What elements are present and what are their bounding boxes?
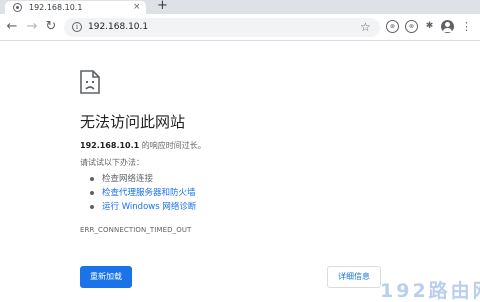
- reload-button[interactable]: 重新加载: [80, 266, 132, 288]
- tab-strip: 192.168.10.1 × +: [0, 0, 480, 14]
- tab-title: 192.168.10.1: [29, 3, 83, 12]
- error-description: 192.168.10.1 的响应时间过长。: [80, 140, 206, 152]
- bookmark-star-icon[interactable]: ☆: [360, 19, 371, 35]
- menu-icon[interactable]: ⋮: [461, 19, 472, 34]
- suggestion-check-network: 检查网络连接: [80, 172, 280, 186]
- info-icon[interactable]: i: [72, 22, 82, 32]
- browser-tab[interactable]: 192.168.10.1 ×: [5, 1, 146, 14]
- close-tab-icon[interactable]: ×: [133, 1, 141, 13]
- puzzle-extensions-icon[interactable]: ✱: [423, 20, 436, 33]
- suggestion-run-diagnostics-link[interactable]: 运行 Windows 网络诊断: [80, 200, 280, 214]
- address-url[interactable]: 192.168.10.1: [88, 21, 148, 33]
- browser-toolbar: ← → ↻ i 192.168.10.1 ☆ ⊗ ⊗ ✱ ⋮: [0, 14, 480, 41]
- extension-2-icon[interactable]: ⊗: [405, 20, 418, 33]
- error-host: 192.168.10.1: [80, 141, 140, 150]
- error-page: 无法访问此网站 192.168.10.1 的响应时间过长。 请试试以下办法： 检…: [0, 42, 480, 302]
- globe-icon: [13, 3, 22, 12]
- forward-button[interactable]: →: [24, 19, 40, 35]
- suggestion-check-proxy-link[interactable]: 检查代理服务器和防火墙: [80, 186, 280, 200]
- sad-document-icon: [80, 70, 100, 94]
- error-code: ERR_CONNECTION_TIMED_OUT: [80, 226, 192, 234]
- new-tab-button[interactable]: +: [157, 0, 168, 13]
- watermark-logo: 192路由网: [380, 280, 480, 302]
- error-host-suffix: 的响应时间过长。: [139, 141, 206, 150]
- suggestion-list: 检查网络连接 检查代理服务器和防火墙 运行 Windows 网络诊断: [80, 172, 280, 214]
- back-button[interactable]: ←: [4, 19, 20, 35]
- details-button[interactable]: 详细信息: [327, 266, 381, 288]
- extension-1-icon[interactable]: ⊗: [386, 20, 399, 33]
- reload-icon[interactable]: ↻: [43, 19, 59, 35]
- address-bar[interactable]: i 192.168.10.1 ☆: [64, 18, 380, 37]
- profile-avatar[interactable]: [441, 20, 454, 33]
- try-label: 请试试以下办法：: [80, 158, 144, 167]
- error-title: 无法访问此网站: [80, 113, 186, 131]
